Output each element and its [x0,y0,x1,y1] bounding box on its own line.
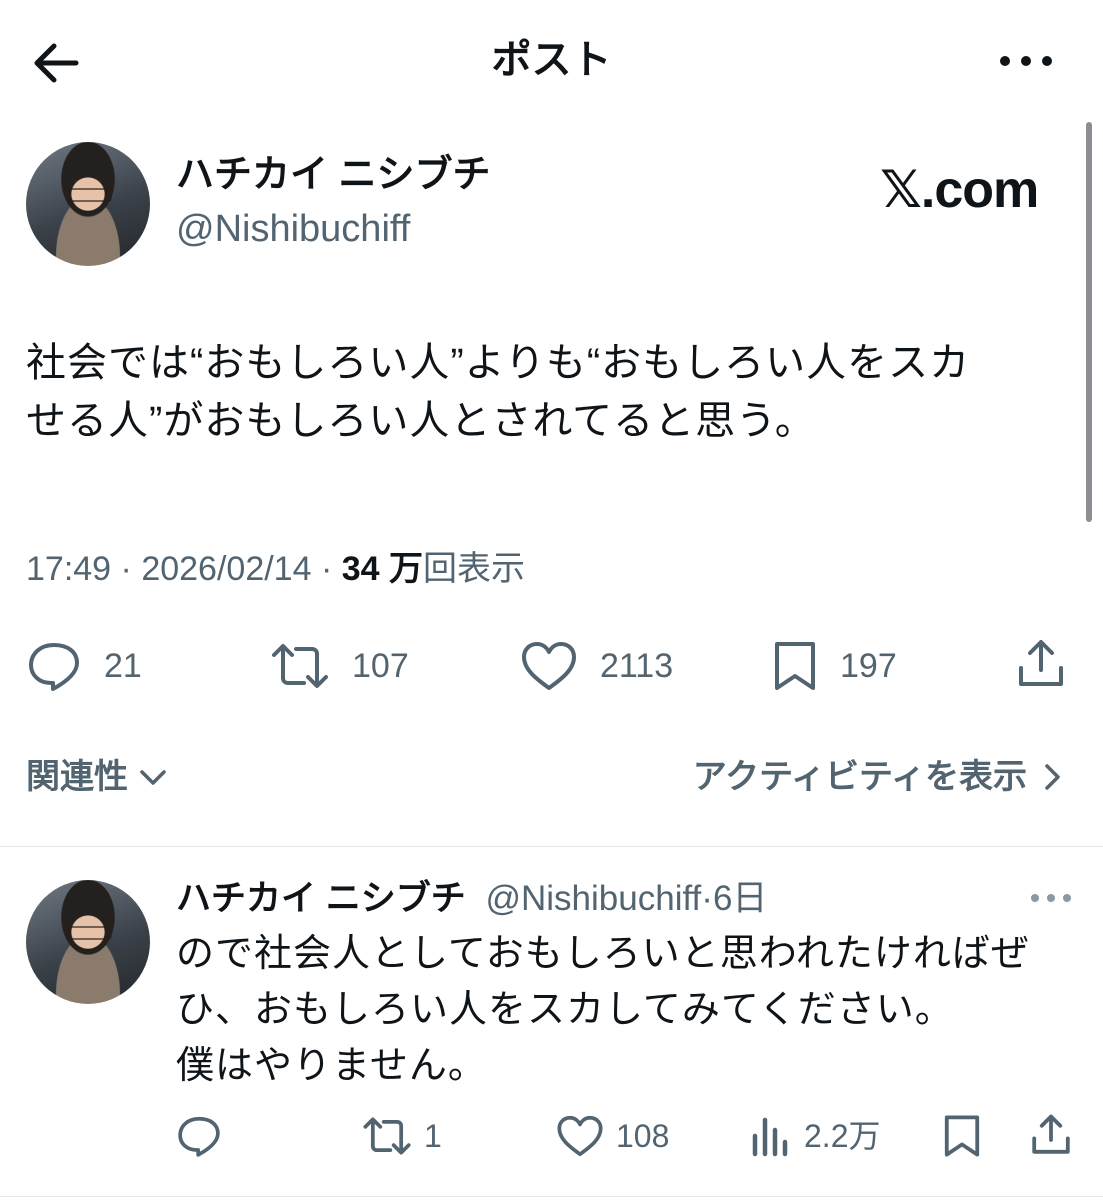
meta-separator: · [320,550,333,588]
meta-separator: · [120,550,132,588]
activity-label: アクティビティを表示 [692,758,1027,796]
reply-like-button[interactable]: 108 [556,1114,669,1158]
heart-icon [522,642,576,690]
divider [0,1196,1103,1197]
heart-icon [557,1115,603,1157]
author-display-name[interactable]: ハチカイ ニシブチ [176,150,491,200]
reply-header: ハチカイ ニシブチ @Nishibuchiff·6日 [176,874,767,924]
reply-repost-button[interactable]: 1 [362,1114,442,1158]
reply-handle[interactable]: @Nishibuchiff [485,879,701,918]
reply-text: ので社会人としておもしろいと思われたければぜ ひ、おもしろい人をスカしてみてくだ… [176,926,1056,1094]
x-com-watermark: 𝕏.com [880,161,1039,219]
bar-chart-icon [752,1117,788,1157]
reply-age[interactable]: 6日 [713,879,767,918]
reply-like-count: 108 [616,1118,670,1154]
reply-more-button[interactable] [1028,886,1074,915]
post-text-line: 社会では“おもしろい人”よりも“おもしろい人をスカ [26,341,971,385]
related-sort-dropdown[interactable]: 関連性 [26,754,170,800]
share-button[interactable] [1016,638,1066,690]
related-label: 関連性 [26,758,128,796]
reply-repost-count: 1 [424,1118,442,1154]
bookmark-button[interactable]: 197 [772,640,897,692]
divider [0,846,1103,847]
reply-bookmark-button[interactable] [942,1114,982,1158]
reply-button[interactable]: 21 [26,640,142,692]
bookmark-count: 197 [840,647,897,685]
avatar[interactable] [26,142,150,266]
like-button[interactable]: 2113 [520,640,673,692]
repost-count: 107 [352,647,409,685]
reply-text-line: ひ、おもしろい人をスカしてみてください。 [176,989,954,1031]
more-options-button[interactable] [996,40,1056,80]
reply-count: 21 [104,647,142,685]
reply-text-line: ので社会人としておもしろいと思われたければぜ [176,933,1030,975]
reply-views-count: 2.2万 [804,1118,881,1154]
more-horizontal-icon [1031,894,1071,902]
post-date[interactable]: 2026/02/14 [141,550,311,588]
more-horizontal-icon [1000,56,1052,66]
reply-text-line: 僕はやりません。 [176,1045,487,1087]
share-icon [1019,640,1063,686]
reply-display-name[interactable]: ハチカイ ニシブチ [176,879,466,918]
meta-separator: · [701,879,713,918]
view-activity-link[interactable]: アクティビティを表示 [693,754,1067,800]
page-title: ポスト [491,38,612,82]
like-count: 2113 [600,647,674,685]
views-count: 34 万 [341,550,423,588]
reply-icon [29,643,79,691]
post-time[interactable]: 17:49 [26,550,111,588]
reply-reply-button[interactable] [176,1114,222,1158]
chevron-down-icon [140,770,166,785]
author-handle[interactable]: @Nishibuchiff [176,204,410,254]
reply-share-button[interactable] [1030,1112,1072,1158]
post-text: 社会では“おもしろい人”よりも“おもしろい人をスカ せる人”がおもしろい人とされ… [26,334,1076,450]
share-icon [1032,1114,1070,1154]
reply-avatar[interactable] [26,880,150,1004]
reply-views-button[interactable]: 2.2万 [750,1114,881,1158]
repost-button[interactable]: 107 [270,640,409,692]
reply-icon [178,1116,220,1157]
bookmark-icon [944,1115,980,1157]
repost-icon [272,644,328,688]
repost-icon [363,1117,411,1155]
views-label: 回表示 [423,550,525,588]
post-text-line: せる人”がおもしろい人とされてると思う。 [26,399,816,443]
scrollbar[interactable] [1086,122,1092,522]
chevron-right-icon [1045,764,1060,790]
bookmark-icon [775,642,815,690]
post-meta: 17:49 · 2026/02/14 · 34 万回表示 [26,546,525,592]
